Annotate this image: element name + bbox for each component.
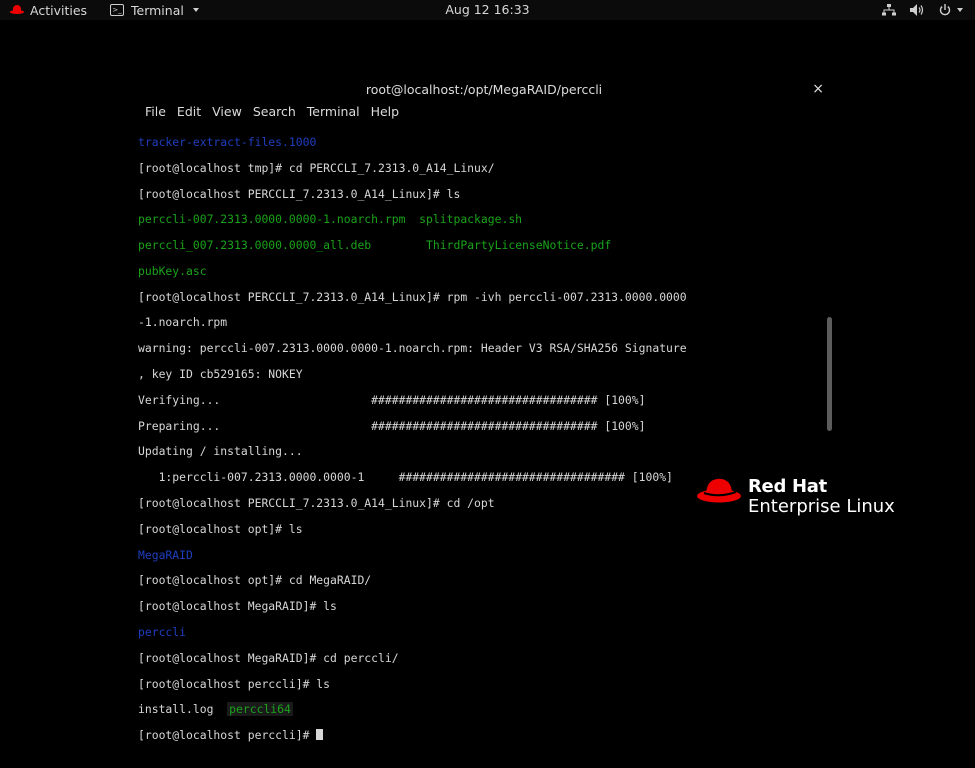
terminal-line: Updating / installing... xyxy=(138,445,826,458)
terminal-line: warning: perccli-007.2313.0000.0000-1.no… xyxy=(138,342,826,355)
terminal-text: Preparing... xyxy=(138,418,221,433)
terminal-text: [root@localhost opt]# ls xyxy=(138,521,303,536)
dir-entry: perccli xyxy=(138,625,187,640)
terminal-line: Preparing... ###########################… xyxy=(138,418,826,433)
logo-line2: Enterprise Linux xyxy=(748,496,895,517)
terminal-line: install.log perccli64 xyxy=(138,702,826,717)
file-entry: perccli-007.2313.0000.0000-1.noarch.rpm xyxy=(138,212,406,227)
terminal-text: [root@localhost PERCCLI_7.2313.0_A14_Lin… xyxy=(138,186,461,201)
clock[interactable]: Aug 12 16:33 xyxy=(445,2,529,17)
activities-label: Activities xyxy=(30,2,88,18)
terminal-text: , key ID cb529165: NOKEY xyxy=(138,367,303,382)
terminal-line: [root@localhost MegaRAID]# cd perccli/ xyxy=(138,650,826,665)
terminal-line: [root@localhost tmp]# cd PERCCLI_7.2313.… xyxy=(138,160,826,175)
activities-button[interactable]: Activities xyxy=(10,0,87,20)
terminal-text: warning: perccli-007.2313.0000.0000-1.no… xyxy=(138,341,687,356)
terminal-text: Verifying... xyxy=(138,392,221,407)
app-menu-label: Terminal xyxy=(131,2,184,18)
terminal-text: [root@localhost PERCCLI_7.2313.0_A14_Lin… xyxy=(138,496,495,511)
close-button[interactable]: × xyxy=(812,81,824,97)
app-menu-terminal[interactable]: >_ Terminal xyxy=(110,0,199,20)
dir-entry: MegaRAID xyxy=(138,547,193,562)
file-entry: perccli_007.2313.0000.0000_all.deb xyxy=(138,238,372,253)
terminal-line: [root@localhost PERCCLI_7.2313.0_A14_Lin… xyxy=(138,186,826,201)
dir-entry: tracker-extract-files.1000 xyxy=(138,134,317,149)
terminal-line: [root@localhost MegaRAID]# ls xyxy=(138,600,826,613)
terminal-line: -1.noarch.rpm xyxy=(138,316,826,329)
system-tray[interactable] xyxy=(882,0,963,20)
menu-edit[interactable]: Edit xyxy=(177,104,201,122)
terminal-scrollbar[interactable] xyxy=(827,317,832,431)
text-cursor xyxy=(316,729,324,741)
terminal-line: Verifying... ###########################… xyxy=(138,392,826,407)
file-entry: ThirdPartyLicenseNotice.pdf xyxy=(426,238,612,253)
terminal-text: [root@localhost MegaRAID]# ls xyxy=(138,599,337,614)
menu-file[interactable]: File xyxy=(145,104,166,122)
chevron-down-icon xyxy=(192,8,199,12)
terminal-text: -1.noarch.rpm xyxy=(138,315,228,330)
terminal-icon: >_ xyxy=(110,4,124,16)
network-icon[interactable] xyxy=(882,4,896,16)
terminal-line: , key ID cb529165: NOKEY xyxy=(138,368,826,381)
progress-text: ################################# [100%] xyxy=(371,392,646,407)
menu-help[interactable]: Help xyxy=(371,104,400,122)
terminal-line: [root@localhost opt]# ls xyxy=(138,521,826,536)
redhat-logo-icon xyxy=(697,478,741,503)
terminal-line: perccli_007.2313.0000.0000_all.deb Third… xyxy=(138,239,826,252)
progress-text: ################################# [100%] xyxy=(371,418,646,433)
chevron-down-icon xyxy=(957,8,963,12)
menu-search[interactable]: Search xyxy=(253,104,296,122)
terminal-prompt: [root@localhost perccli]# xyxy=(138,728,317,743)
menu-bar: File Edit View Search Terminal Help xyxy=(134,104,399,122)
terminal-text: [root@localhost opt]# cd MegaRAID/ xyxy=(138,573,372,588)
terminal-text: [root@localhost perccli]# ls xyxy=(138,676,331,691)
power-menu[interactable] xyxy=(939,4,963,16)
terminal-text: [root@localhost tmp]# cd PERCCLI_7.2313.… xyxy=(138,160,495,175)
exec-entry: perccli64 xyxy=(227,702,293,717)
top-bar: Activities >_ Terminal Aug 12 16:33 xyxy=(0,0,975,20)
file-entry: pubKey.asc xyxy=(138,263,207,278)
power-icon xyxy=(939,4,951,16)
file-entry: splitpackage.sh xyxy=(419,212,523,227)
terminal-line: tracker-extract-files.1000 xyxy=(138,134,826,149)
volume-icon[interactable] xyxy=(910,4,925,16)
menu-terminal[interactable]: Terminal xyxy=(307,104,360,122)
redhat-icon xyxy=(10,5,24,15)
terminal-line: MegaRAID xyxy=(138,547,826,562)
file-entry: install.log xyxy=(138,702,214,717)
window-title: root@localhost:/opt/MegaRAID/perccli xyxy=(365,82,603,97)
menu-view[interactable]: View xyxy=(212,104,242,122)
redhat-logo: Red Hat Enterprise Linux xyxy=(696,474,936,520)
terminal-line: [root@localhost perccli]# ls xyxy=(138,676,826,691)
terminal-line: [root@localhost opt]# cd MegaRAID/ xyxy=(138,574,826,587)
terminal-line: [root@localhost PERCCLI_7.2313.0_A14_Lin… xyxy=(138,289,826,304)
terminal-text: 1:perccli-007.2313.0000.0000-1 xyxy=(138,470,365,485)
window-titlebar[interactable]: root@localhost:/opt/MegaRAID/perccli × xyxy=(134,78,834,100)
terminal-line: pubKey.asc xyxy=(138,263,826,278)
terminal-line: [root@localhost perccli]# xyxy=(138,729,826,742)
terminal-output[interactable]: tracker-extract-files.1000 [root@localho… xyxy=(138,123,826,741)
terminal-text: [root@localhost PERCCLI_7.2313.0_A14_Lin… xyxy=(138,289,687,304)
terminal-text: Updating / installing... xyxy=(138,444,303,459)
terminal-window[interactable]: root@localhost:/opt/MegaRAID/perccli × F… xyxy=(134,78,834,742)
terminal-line: perccli xyxy=(138,626,826,639)
logo-line1: Red Hat xyxy=(748,476,827,497)
terminal-text: [root@localhost MegaRAID]# cd perccli/ xyxy=(138,650,399,665)
progress-text: ################################# [100%] xyxy=(398,470,673,485)
terminal-line: perccli-007.2313.0000.0000-1.noarch.rpm … xyxy=(138,213,826,226)
